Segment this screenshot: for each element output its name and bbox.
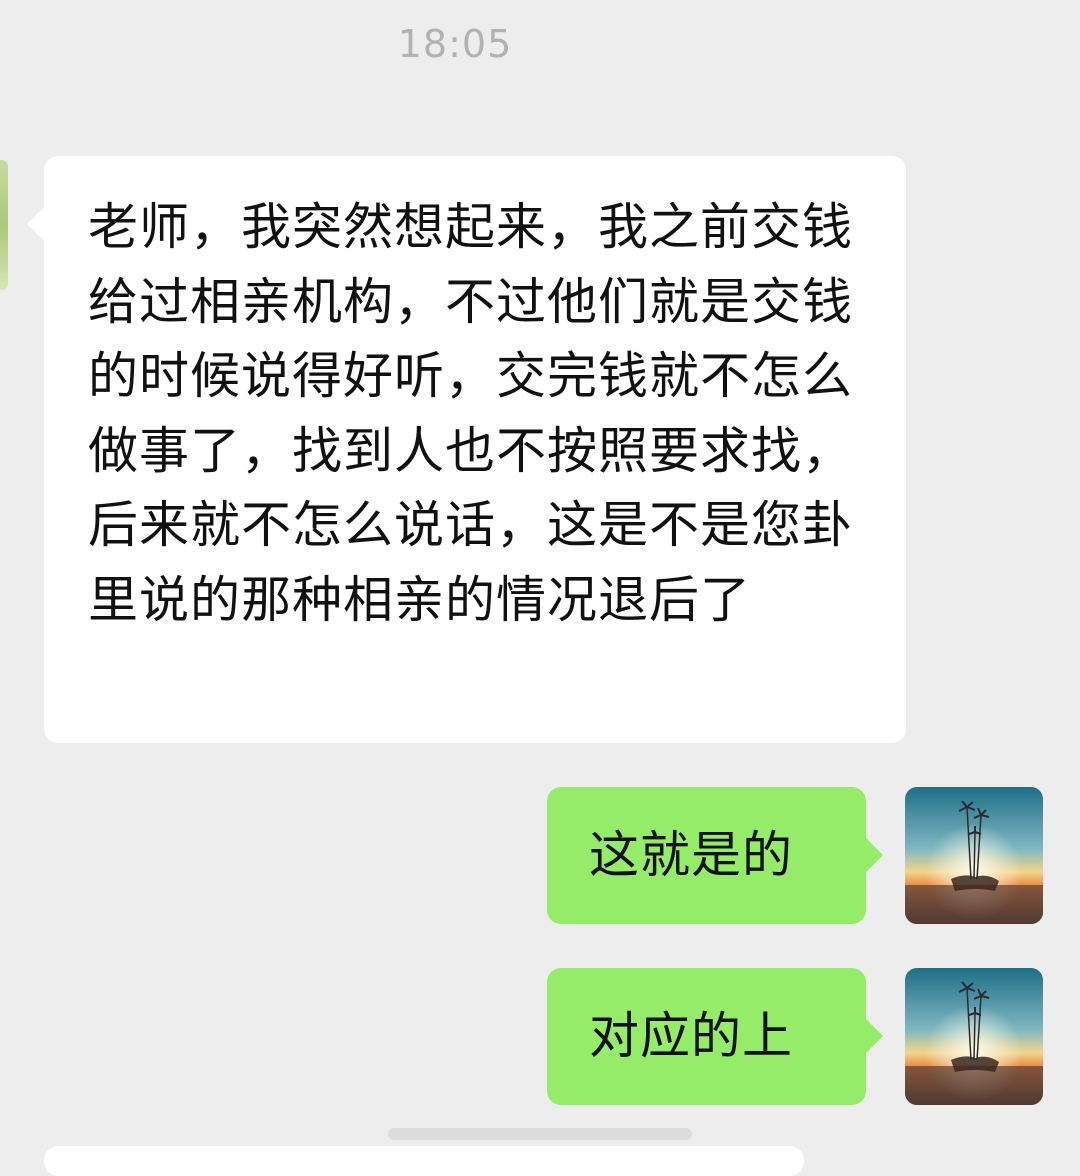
sunset-avatar-icon: [905, 787, 1043, 924]
sender-avatar[interactable]: [0, 160, 8, 290]
next-message-bubble-edge: [44, 1146, 804, 1176]
incoming-message-bubble[interactable]: 老师，我突然想起来，我之前交钱给过相亲机构，不过他们就是交钱的时候说得好听，交完…: [27, 156, 906, 743]
outgoing-message-text: 这就是的: [589, 826, 793, 884]
self-avatar[interactable]: [905, 968, 1043, 1105]
outgoing-message-bubble[interactable]: 这就是的: [547, 787, 883, 924]
outgoing-message-bubble[interactable]: 对应的上: [547, 968, 883, 1105]
sunset-avatar-icon: [905, 968, 1043, 1105]
outgoing-message-text: 对应的上: [589, 1007, 793, 1065]
self-avatar[interactable]: [905, 787, 1043, 924]
message-timestamp: 18:05: [397, 22, 513, 66]
incoming-message-text: 老师，我突然想起来，我之前交钱给过相亲机构，不过他们就是交钱的时候说得好听，交完…: [88, 198, 853, 629]
home-indicator[interactable]: [388, 1128, 692, 1140]
